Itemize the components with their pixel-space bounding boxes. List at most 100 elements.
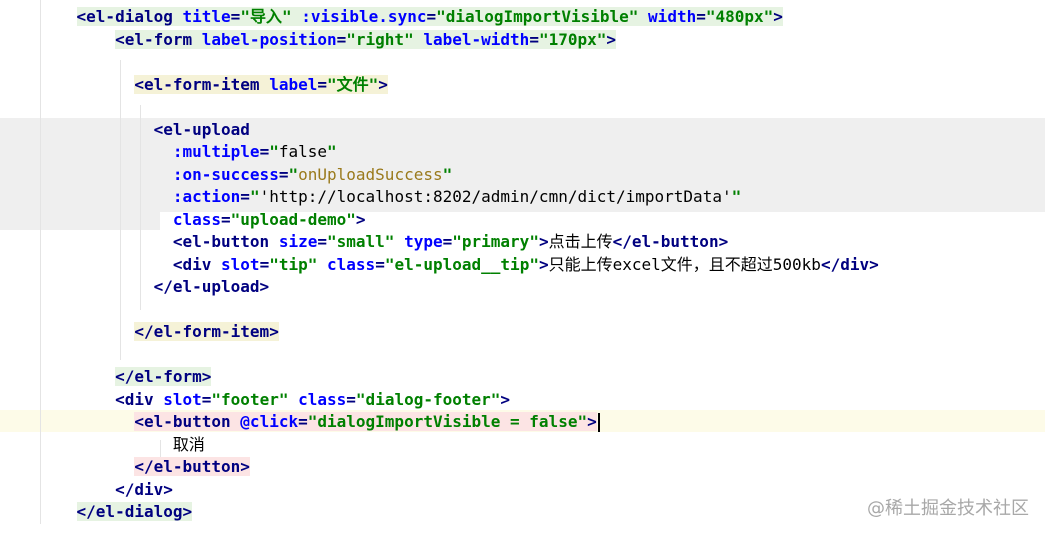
code-token: " (288, 164, 299, 184)
code-line[interactable]: :multiple="false" (38, 141, 1045, 163)
code-line[interactable] (38, 96, 1045, 118)
code-token: > (773, 7, 783, 26)
code-line-content: <el-button size="small" type="primary">点… (173, 232, 728, 251)
code-token: = (221, 209, 231, 229)
code-token: onUploadSuccess (298, 164, 443, 184)
code-line[interactable]: <div slot="tip" class="el-upload__tip">只… (38, 254, 1045, 276)
code-line-content: :multiple="false" (173, 142, 337, 161)
code-line[interactable]: </el-form-item> (38, 321, 1045, 343)
code-token: </el-upload> (153, 277, 270, 296)
code-token: = (375, 254, 385, 274)
code-line-content: class="upload-demo"> (173, 210, 366, 229)
code-token: > (606, 29, 617, 49)
code-token: 点击上传 (548, 232, 613, 251)
code-token: label-width (423, 29, 530, 49)
code-line[interactable]: 取消 (38, 434, 1045, 456)
code-token: <el-upload (153, 119, 250, 139)
code-line[interactable] (38, 51, 1045, 73)
code-token: <div (115, 389, 154, 409)
code-editor[interactable]: <el-dialog title="导入" :visible.sync="dia… (0, 0, 1045, 533)
code-line[interactable]: :on-success="onUploadSuccess" (38, 164, 1045, 186)
code-token: </el-dialog> (76, 502, 193, 521)
code-token: "文件" (327, 74, 379, 94)
code-token: = (696, 7, 706, 26)
code-token: = (529, 29, 539, 49)
code-token: type (404, 232, 443, 251)
code-token: = (230, 7, 241, 26)
code-line-content: <el-dialog title="导入" :visible.sync="dia… (76, 7, 783, 26)
code-line-content: </el-upload> (154, 277, 270, 296)
code-line[interactable]: </el-button> (38, 456, 1045, 478)
watermark: @稀土掘金技术社区 (867, 498, 1029, 519)
code-line[interactable]: <el-button size="small" type="primary">点… (38, 231, 1045, 253)
code-token: 'http://localhost:8202/admin/cmn/dict/im… (259, 187, 732, 206)
code-token: = (442, 232, 453, 251)
code-token: > (538, 254, 549, 274)
code-token: 取消 (172, 434, 205, 454)
code-token: <el-button (134, 412, 231, 431)
code-token: " (249, 187, 260, 206)
code-line-content: <div slot="footer" class="dialog-footer"… (115, 390, 510, 409)
code-line-content: :action="'http://localhost:8202/admin/cm… (173, 187, 741, 206)
code-token: </div> (115, 479, 173, 499)
code-line-content: 取消 (173, 435, 205, 454)
code-token: > (538, 232, 549, 251)
code-line[interactable] (38, 344, 1045, 366)
code-token: "small" (327, 232, 395, 251)
code-line-content: <el-form label-position="right" label-wi… (115, 29, 617, 49)
code-token: class (327, 254, 376, 274)
code-line[interactable]: <el-form label-position="right" label-wi… (38, 29, 1045, 51)
code-token: </el-button> (612, 232, 729, 251)
code-token: "right" (346, 29, 414, 49)
code-token: @click (240, 412, 299, 431)
code-token: "tip" (269, 254, 318, 274)
code-token: <el-form (115, 29, 193, 49)
code-token: <div (172, 254, 212, 274)
code-line[interactable]: <el-form-item label="文件"> (38, 74, 1045, 96)
code-line-content: </el-button> (134, 457, 250, 476)
code-line[interactable]: <el-upload (38, 119, 1045, 141)
code-line[interactable]: class="upload-demo"> (38, 209, 1045, 231)
code-token: class (172, 209, 222, 229)
code-line-content: </el-dialog> (76, 502, 193, 521)
code-token: width (648, 7, 697, 26)
code-line[interactable]: </el-form> (38, 366, 1045, 388)
code-token: > (355, 209, 366, 229)
code-line[interactable]: :action="'http://localhost:8202/admin/cm… (38, 186, 1045, 208)
code-token: :visible.sync (301, 7, 427, 26)
code-token: "导入" (240, 7, 292, 26)
code-token: " (327, 142, 337, 161)
code-token: title (182, 7, 231, 26)
code-token: class (298, 389, 347, 409)
code-line[interactable]: <el-button @click="dialogImportVisible =… (38, 411, 1045, 433)
code-token: "footer" (211, 389, 289, 409)
code-line[interactable] (38, 299, 1045, 321)
code-line[interactable]: <el-dialog title="导入" :visible.sync="dia… (38, 6, 1045, 28)
code-token: "480px" (705, 7, 774, 26)
code-token: slot (163, 389, 202, 409)
code-token: " (269, 142, 279, 161)
code-token: :on-success (172, 164, 279, 184)
code-token: 只能上传excel文件，且不超过500kb (548, 254, 821, 274)
code-line[interactable]: <div slot="footer" class="dialog-footer"… (38, 389, 1045, 411)
code-token: </div> (820, 254, 879, 274)
code-token: " (442, 164, 453, 184)
code-line[interactable]: </el-upload> (38, 276, 1045, 298)
